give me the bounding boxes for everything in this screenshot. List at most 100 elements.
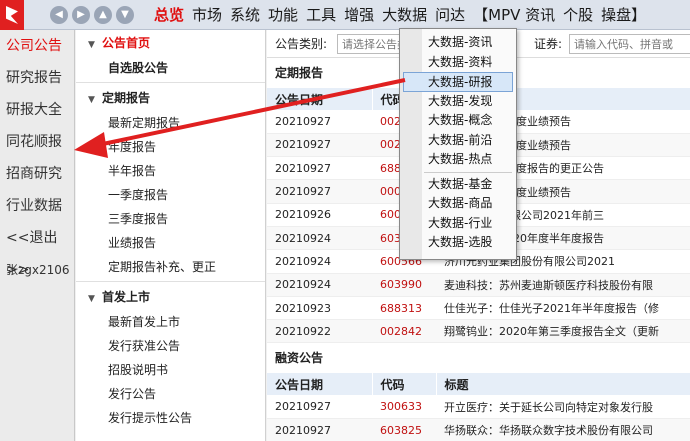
menu-item-bigdata-fund[interactable]: 大数据-基金 bbox=[400, 175, 516, 195]
menu-item-bigdata-screener[interactable]: 大数据-选股 bbox=[400, 233, 516, 253]
nav-home[interactable]: ▼ 公告首页 bbox=[76, 30, 265, 56]
cell-code: 002842 bbox=[372, 319, 436, 344]
cell-title: 翔鹭钨业：2020年第三季度报告全文（更新 bbox=[436, 319, 690, 344]
cell-code: 688313 bbox=[372, 296, 436, 321]
col-code[interactable]: 代码 bbox=[372, 373, 437, 396]
cell-date: 20210927 bbox=[267, 110, 372, 134]
user-name: 张zgx2106 bbox=[6, 263, 70, 277]
menu-item-bigdata-news[interactable]: 大数据-资讯 bbox=[400, 33, 516, 53]
divider bbox=[76, 82, 265, 83]
tab-ths-report[interactable]: 同花顺报 bbox=[0, 126, 74, 158]
menu-wenda[interactable]: 问达 bbox=[431, 4, 469, 25]
menu-item-bigdata-discover[interactable]: 大数据-发现 bbox=[400, 92, 516, 112]
cell-title: 开立医疗：关于延长公司向特定对象发行股 bbox=[436, 395, 690, 420]
menu-market[interactable]: 市场 bbox=[188, 4, 226, 25]
cell-date: 20210922 bbox=[267, 319, 372, 344]
menu-stock[interactable]: 个股 bbox=[559, 4, 597, 25]
financing-table: 公告日期 代码 标题 20210927 300633 开立医疗：关于延长公司向特定对… bbox=[267, 373, 690, 441]
nav-item[interactable]: 三季度报告 bbox=[76, 207, 265, 231]
menu-trade[interactable]: 操盘】 bbox=[597, 4, 650, 25]
cell-date: 20210927 bbox=[267, 133, 372, 158]
nav-ipo-header[interactable]: ▼ 首发上市 bbox=[76, 284, 265, 310]
main-menu: 总览 市场 系统 功能 工具 增强 大数据 问达 【MPV 资讯 个股 操盘】 bbox=[150, 4, 650, 25]
stock-search-input[interactable] bbox=[569, 34, 690, 54]
app-logo-icon[interactable] bbox=[0, 0, 24, 30]
cell-date: 20210926 bbox=[267, 203, 372, 227]
nav-buttons: ◀ ▶ ▲ ▼ bbox=[50, 6, 134, 24]
nav-item[interactable]: 一季度报告 bbox=[76, 183, 265, 207]
menu-bigdata[interactable]: 大数据 bbox=[378, 4, 431, 25]
divider bbox=[76, 281, 265, 282]
menu-item-bigdata-concept[interactable]: 大数据-概念 bbox=[400, 111, 516, 131]
menu-overview[interactable]: 总览 bbox=[150, 4, 188, 25]
nav-item[interactable]: 招股说明书 bbox=[76, 358, 265, 382]
col-date[interactable]: 公告日期 bbox=[267, 373, 373, 396]
cell-code: 603825 bbox=[372, 418, 436, 441]
forward-icon[interactable]: ▶ bbox=[72, 6, 90, 24]
cell-date: 20210927 bbox=[267, 156, 372, 181]
tab-company-announcement[interactable]: 公司公告 bbox=[0, 30, 74, 62]
cell-date: 20210927 bbox=[267, 395, 372, 420]
down-icon[interactable]: ▼ bbox=[116, 6, 134, 24]
menu-divider bbox=[424, 171, 512, 173]
col-title[interactable]: 标题 bbox=[436, 373, 690, 396]
table-row[interactable]: 20210927 603825 华扬联众：华扬联众数字技术股份有限公司 bbox=[267, 418, 690, 441]
cell-date: 20210927 bbox=[267, 418, 372, 441]
nav-item[interactable]: 半年报告 bbox=[76, 159, 265, 183]
table-row[interactable]: 20210923 688313 仕佳光子：仕佳光子2021年半年度报告（修 bbox=[267, 296, 690, 321]
table-row[interactable]: 20210927 300633 开立医疗：关于延长公司向特定对象发行股 bbox=[267, 395, 690, 420]
menu-item-bigdata-research[interactable]: 大数据-研报 bbox=[403, 72, 513, 92]
table-row[interactable]: 20210924 603990 麦迪科技：苏州麦迪斯顿医疗科技股份有限 bbox=[267, 273, 690, 297]
table-row[interactable]: 20210922 002842 翔鹭钨业：2020年第三季度报告全文（更新 bbox=[267, 319, 690, 344]
menu-function[interactable]: 功能 bbox=[264, 4, 302, 25]
nav-item[interactable]: 发行获准公告 bbox=[76, 334, 265, 358]
back-icon[interactable]: ◀ bbox=[50, 6, 68, 24]
nav-item[interactable]: 最新定期报告 bbox=[76, 111, 265, 135]
menu-item-bigdata-commodity[interactable]: 大数据-商品 bbox=[400, 194, 516, 214]
nav-item[interactable]: 发行公告 bbox=[76, 382, 265, 406]
tab-cmb-research[interactable]: 招商研究 bbox=[0, 158, 74, 190]
tab-industry-data[interactable]: 行业数据 bbox=[0, 190, 74, 222]
menu-system[interactable]: 系统 bbox=[226, 4, 264, 25]
nav-item[interactable]: 定期报告补充、更正 bbox=[76, 255, 265, 279]
menu-mpv[interactable]: 【MPV 资讯 bbox=[469, 4, 559, 25]
financing-section-title: 融资公告 bbox=[275, 351, 324, 366]
menu-item-bigdata-hot[interactable]: 大数据-热点 bbox=[400, 150, 516, 170]
cell-date: 20210923 bbox=[267, 296, 372, 321]
chevron-down-icon: ▼ bbox=[88, 95, 95, 105]
menu-item-bigdata-industry[interactable]: 大数据-行业 bbox=[400, 214, 516, 234]
cell-date: 20210924 bbox=[267, 226, 372, 251]
left-tabs: 公司公告 研究报告 研报大全 同花顺报 招商研究 行业数据 <<退出>> 张zg… bbox=[0, 30, 75, 441]
nav-watchlist[interactable]: 自选股公告 bbox=[76, 56, 265, 80]
up-icon[interactable]: ▲ bbox=[94, 6, 112, 24]
nav-ipo-label: 首发上市 bbox=[102, 290, 151, 304]
nav-item[interactable]: 最新首发上市 bbox=[76, 310, 265, 334]
nav-item[interactable]: 业绩报告 bbox=[76, 231, 265, 255]
cell-date: 20210927 bbox=[267, 179, 372, 204]
nav-item[interactable]: 年度报告 bbox=[76, 135, 265, 159]
col-date[interactable]: 公告日期 bbox=[267, 88, 373, 110]
cell-code: 300633 bbox=[372, 395, 436, 420]
menu-item-bigdata-data[interactable]: 大数据-资料 bbox=[400, 53, 516, 73]
top-menu-bar: ◀ ▶ ▲ ▼ 总览 市场 系统 功能 工具 增强 大数据 问达 【MPV 资讯… bbox=[0, 0, 690, 30]
stock-label: 证券: bbox=[534, 37, 563, 51]
nav-periodic-header[interactable]: ▼ 定期报告 bbox=[76, 85, 265, 111]
chevron-down-icon: ▼ bbox=[88, 294, 95, 304]
nav-item[interactable]: 发行提示性公告 bbox=[76, 406, 265, 430]
category-label: 公告类别: bbox=[275, 37, 328, 51]
cell-date: 20210924 bbox=[267, 273, 372, 297]
cell-title: 华扬联众：华扬联众数字技术股份有限公司 bbox=[436, 418, 690, 441]
announcement-nav: ▼ 公告首页 自选股公告 ▼ 定期报告 最新定期报告 年度报告 半年报告 一季度报告… bbox=[76, 30, 266, 441]
cell-title: 麦迪科技：苏州麦迪斯顿医疗科技股份有限 bbox=[436, 273, 690, 297]
menu-item-bigdata-frontier[interactable]: 大数据-前沿 bbox=[400, 131, 516, 151]
menu-enhance[interactable]: 增强 bbox=[340, 4, 378, 25]
menu-tools[interactable]: 工具 bbox=[302, 4, 340, 25]
cell-date: 20210924 bbox=[267, 249, 372, 274]
cell-title: 仕佳光子：仕佳光子2021年半年度报告（修 bbox=[436, 296, 690, 321]
tab-research-report[interactable]: 研究报告 bbox=[0, 62, 74, 94]
tab-research-all[interactable]: 研报大全 bbox=[0, 94, 74, 126]
nav-home-label: 公告首页 bbox=[102, 36, 151, 50]
nav-periodic-label: 定期报告 bbox=[102, 91, 151, 105]
bigdata-dropdown-menu: 大数据-资讯 大数据-资料 大数据-研报 大数据-发现 大数据-概念 大数据-前… bbox=[399, 28, 517, 260]
tab-exit[interactable]: <<退出>> bbox=[0, 222, 74, 278]
